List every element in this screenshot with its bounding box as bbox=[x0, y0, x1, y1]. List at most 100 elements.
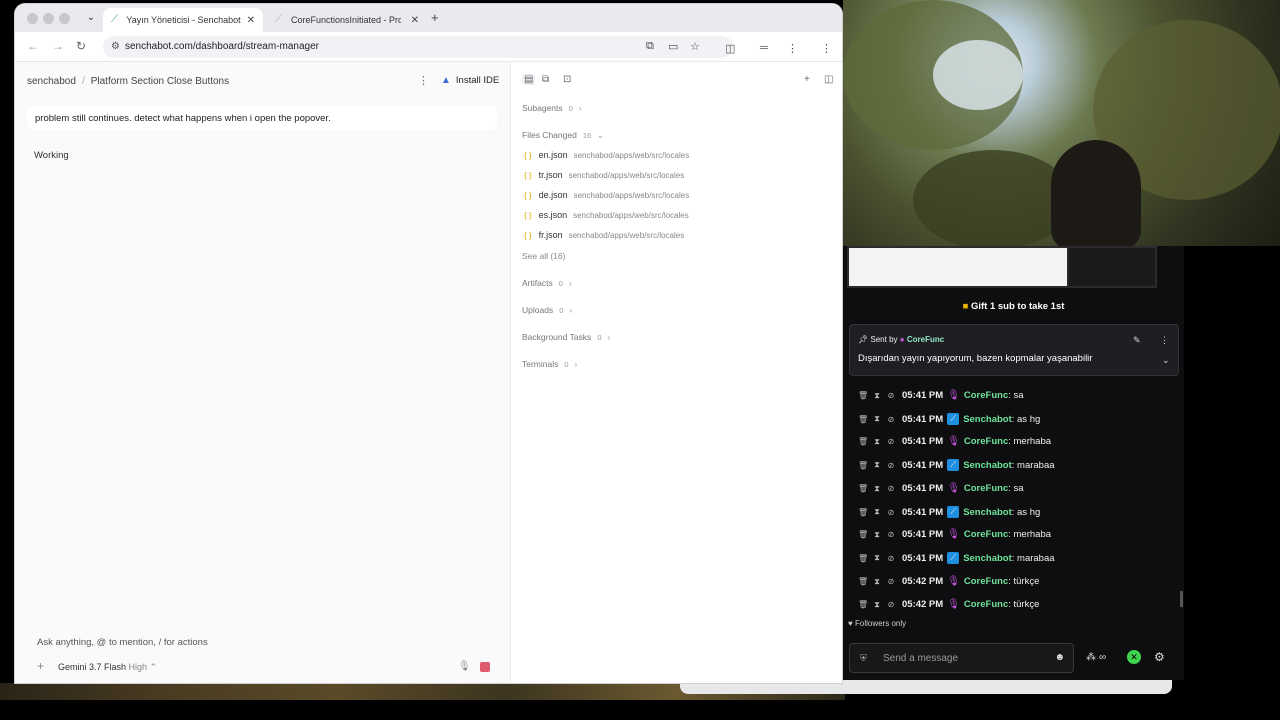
timeout-icon[interactable]: ⧗ bbox=[872, 391, 882, 401]
reload-icon[interactable]: ↻ bbox=[76, 39, 86, 53]
forward-icon[interactable]: → bbox=[52, 39, 64, 53]
delete-message-icon[interactable]: 🗑︎ bbox=[858, 554, 868, 563]
message-username[interactable]: CoreFunc bbox=[964, 576, 1008, 587]
side-menu-icon[interactable]: ⋮ bbox=[821, 42, 832, 55]
bookmark-star-icon[interactable]: ☆ bbox=[690, 40, 700, 53]
install-ide-button[interactable]: ▲ Install IDE bbox=[435, 70, 506, 90]
terminals-section[interactable]: Terminals 0 › bbox=[522, 359, 577, 369]
url-text[interactable]: senchabot.com/dashboard/stream-manager bbox=[125, 41, 319, 52]
ban-icon[interactable]: ⊘ bbox=[886, 554, 896, 563]
extension-badge-icon[interactable]: ✕ bbox=[1127, 650, 1141, 664]
delete-message-icon[interactable]: 🗑︎ bbox=[858, 461, 868, 470]
more-options-icon[interactable]: ⋮ bbox=[418, 74, 429, 87]
unpin-icon[interactable]: ✎ bbox=[1133, 335, 1141, 346]
timeout-icon[interactable]: ⧗ bbox=[872, 600, 882, 610]
terminal-view-icon[interactable]: ⊡ bbox=[563, 74, 571, 85]
timeout-icon[interactable]: ⧗ bbox=[872, 530, 882, 540]
delete-message-icon[interactable]: 🗑︎ bbox=[858, 577, 868, 586]
gift-banner[interactable]: ■ Gift 1 sub to take 1st bbox=[843, 301, 1184, 312]
chat-input[interactable]: ⛨ Send a message ☻ bbox=[849, 643, 1074, 673]
message-username[interactable]: CoreFunc bbox=[964, 529, 1008, 540]
microphone-icon[interactable]: 🎙︎ bbox=[458, 661, 471, 672]
add-context-icon[interactable]: + bbox=[37, 659, 44, 673]
file-item[interactable]: { } en.json senchabod/apps/web/src/local… bbox=[524, 150, 689, 160]
toggle-panel-icon[interactable]: ◫ bbox=[824, 74, 833, 85]
tab-close-icon[interactable]: ✕ bbox=[411, 15, 419, 26]
close-window-button[interactable] bbox=[27, 13, 38, 24]
message-username[interactable]: Senchabot bbox=[963, 553, 1012, 564]
document-view-icon[interactable]: ▤ bbox=[522, 74, 536, 85]
tab-search-icon[interactable]: ⌄ bbox=[83, 10, 99, 26]
ban-icon[interactable]: ⊘ bbox=[886, 508, 896, 517]
settings-gear-icon[interactable]: ⚙ bbox=[1154, 650, 1165, 664]
delete-message-icon[interactable]: 🗑︎ bbox=[858, 600, 868, 609]
uploads-section[interactable]: Uploads 0 › bbox=[522, 305, 572, 315]
timeout-icon[interactable]: ⧗ bbox=[872, 577, 882, 587]
pinned-author-name[interactable]: CoreFunc bbox=[907, 335, 944, 344]
prompt-input[interactable]: Ask anything, @ to mention, / for action… bbox=[37, 637, 208, 648]
omnibox[interactable]: ⚙ senchabot.com/dashboard/stream-manager… bbox=[103, 36, 733, 58]
subagents-section[interactable]: Subagents 0 › bbox=[522, 103, 582, 113]
artifacts-section[interactable]: Artifacts 0 › bbox=[522, 278, 572, 288]
ban-icon[interactable]: ⊘ bbox=[886, 461, 896, 470]
message-username[interactable]: Senchabot bbox=[963, 414, 1012, 425]
shield-icon[interactable]: ⛨ bbox=[860, 653, 867, 664]
message-username[interactable]: Senchabot bbox=[963, 507, 1012, 518]
message-username[interactable]: CoreFunc bbox=[964, 436, 1008, 447]
ban-icon[interactable]: ⊘ bbox=[886, 437, 896, 446]
message-username[interactable]: CoreFunc bbox=[964, 599, 1008, 610]
breadcrumb-page[interactable]: Platform Section Close Buttons bbox=[91, 76, 229, 87]
tab-close-icon[interactable]: ✕ bbox=[247, 15, 255, 26]
ban-icon[interactable]: ⊘ bbox=[886, 391, 896, 400]
delete-message-icon[interactable]: 🗑︎ bbox=[858, 391, 868, 400]
menu-dots-icon[interactable]: ⋮ bbox=[787, 42, 798, 55]
timeout-icon[interactable]: ⧗ bbox=[872, 484, 882, 494]
extensions-icon[interactable]: ◫ bbox=[725, 42, 735, 55]
tab-stream-manager[interactable]: ⟋ Yayın Yöneticisi - Senchabot ✕ bbox=[103, 8, 263, 32]
message-username[interactable]: CoreFunc bbox=[964, 483, 1008, 494]
timeout-icon[interactable]: ⧗ bbox=[872, 437, 882, 447]
chat-scrollbar[interactable] bbox=[1180, 591, 1183, 607]
stop-button[interactable] bbox=[480, 662, 490, 672]
timeout-icon[interactable]: ⧗ bbox=[872, 414, 882, 424]
ban-icon[interactable]: ⊘ bbox=[886, 577, 896, 586]
message-username[interactable]: Senchabot bbox=[963, 460, 1012, 471]
site-info-icon[interactable]: ⚙ bbox=[111, 41, 120, 52]
maximize-window-button[interactable] bbox=[59, 13, 70, 24]
chevron-down-icon[interactable]: ⌄ bbox=[1162, 355, 1170, 366]
delete-message-icon[interactable]: 🗑︎ bbox=[858, 437, 868, 446]
new-tab-icon[interactable]: + bbox=[431, 10, 439, 25]
ban-icon[interactable]: ⊘ bbox=[886, 530, 896, 539]
ban-icon[interactable]: ⊘ bbox=[886, 600, 896, 609]
ban-icon[interactable]: ⊘ bbox=[886, 415, 896, 424]
emoji-icon[interactable]: ☻ bbox=[1054, 652, 1065, 663]
delete-message-icon[interactable]: 🗑︎ bbox=[858, 415, 868, 424]
message-username[interactable]: CoreFunc bbox=[964, 390, 1008, 401]
background-tasks-section[interactable]: Background Tasks 0 › bbox=[522, 332, 610, 342]
breadcrumb-workspace[interactable]: senchabod bbox=[27, 76, 76, 87]
file-item[interactable]: { } es.json senchabod/apps/web/src/local… bbox=[524, 210, 689, 220]
see-all-link[interactable]: See all (16) bbox=[522, 251, 565, 261]
back-icon[interactable]: ← bbox=[27, 39, 39, 53]
delete-message-icon[interactable]: 🗑︎ bbox=[858, 484, 868, 493]
timeout-icon[interactable]: ⧗ bbox=[872, 553, 882, 563]
files-changed-section[interactable]: Files Changed 16 ⌄ bbox=[522, 130, 604, 140]
bits-icon[interactable]: ⁂ bbox=[1086, 652, 1096, 663]
files-view-icon[interactable]: ⧉ bbox=[542, 74, 549, 85]
tab-profile[interactable]: ⟋ CoreFunctionsInitiated - Prof ✕ bbox=[267, 8, 427, 32]
timeout-icon[interactable]: ⧗ bbox=[872, 507, 882, 517]
profile-icon[interactable]: ═ bbox=[760, 42, 768, 54]
minimize-window-button[interactable] bbox=[43, 13, 54, 24]
delete-message-icon[interactable]: 🗑︎ bbox=[858, 530, 868, 539]
cast-icon[interactable]: ▭ bbox=[668, 40, 678, 53]
delete-message-icon[interactable]: 🗑︎ bbox=[858, 508, 868, 517]
file-item[interactable]: { } fr.json senchabod/apps/web/src/local… bbox=[524, 230, 684, 240]
translate-icon[interactable]: ⧉ bbox=[646, 40, 654, 53]
add-icon[interactable]: + bbox=[804, 74, 810, 85]
ban-icon[interactable]: ⊘ bbox=[886, 484, 896, 493]
file-item[interactable]: { } tr.json senchabod/apps/web/src/local… bbox=[524, 170, 684, 180]
pinned-more-icon[interactable]: ⋮ bbox=[1160, 335, 1169, 346]
timeout-icon[interactable]: ⧗ bbox=[872, 460, 882, 470]
model-selector[interactable]: Gemini 3.7 Flash High ⌃ bbox=[58, 662, 157, 673]
file-item[interactable]: { } de.json senchabod/apps/web/src/local… bbox=[524, 190, 689, 200]
